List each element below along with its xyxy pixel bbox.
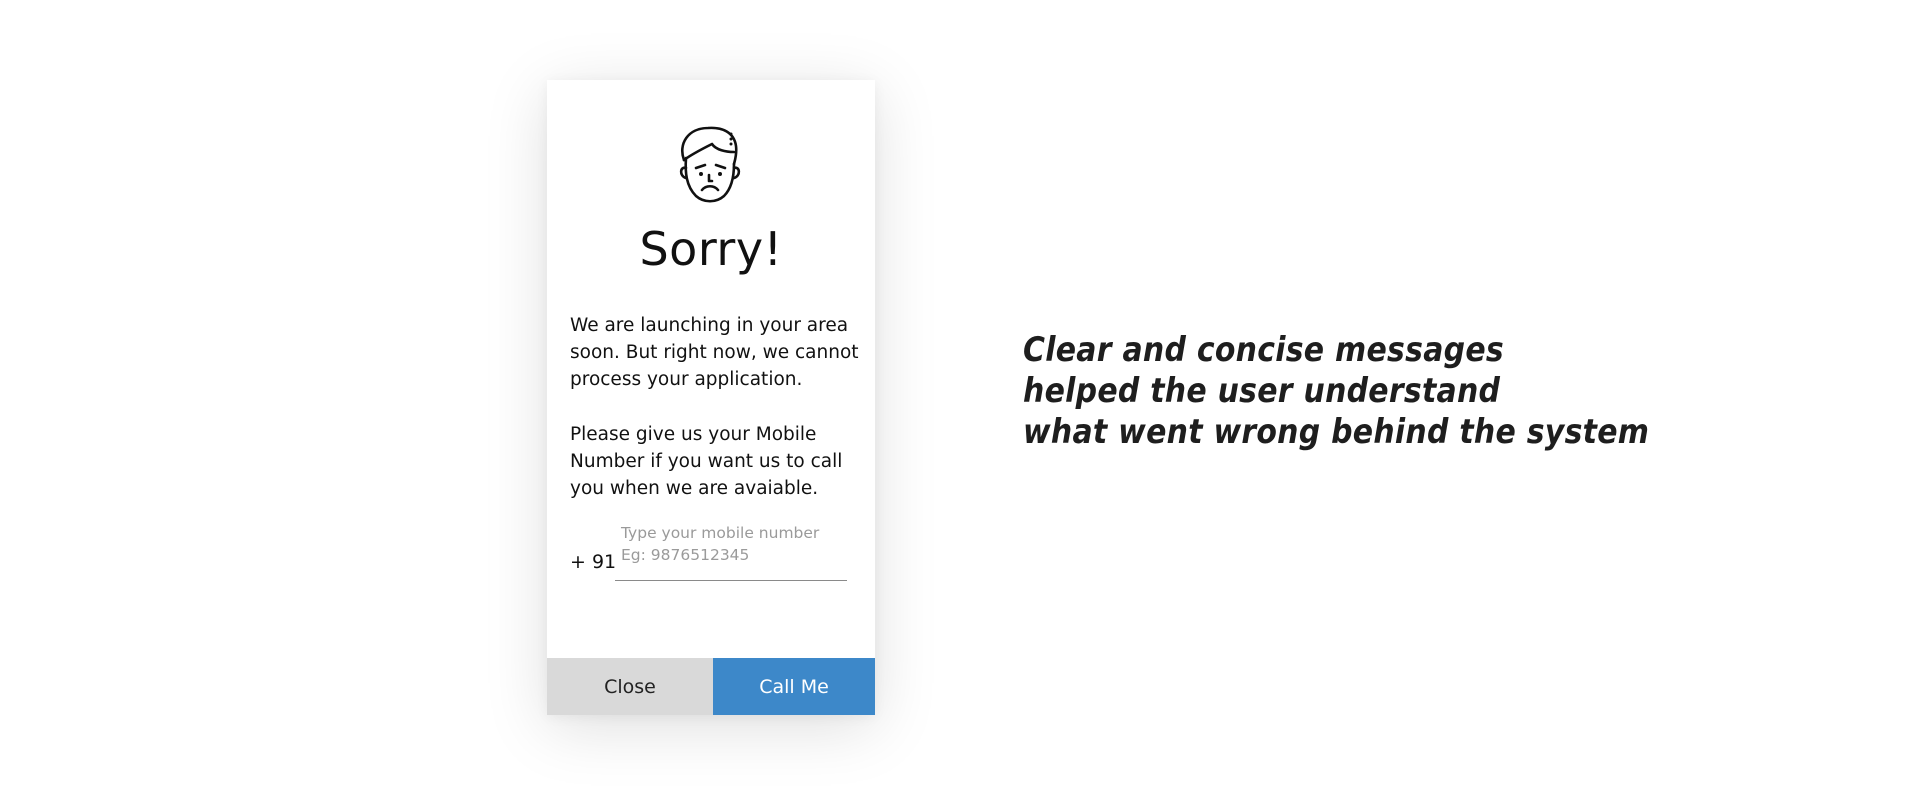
mobile-number-input[interactable] [621, 546, 841, 564]
phone-field[interactable]: Type your mobile number [615, 522, 847, 581]
sad-face-icon [679, 126, 741, 203]
dialog-request-message: Please give us your Mobile Number if you… [570, 424, 843, 499]
dialog-message: We are launching in your area soon. But … [570, 315, 859, 390]
caption-line: Clear and concise messages [1023, 330, 1504, 370]
screen: Sorry! We are launching in your area soo… [0, 0, 1920, 787]
close-button[interactable]: Close [547, 658, 713, 715]
phone-row: + 91 Type your mobile number [570, 522, 852, 582]
sorry-dialog: Sorry! We are launching in your area soo… [547, 80, 875, 715]
caption: Clear and concise messages helped the us… [1023, 330, 1649, 453]
dialog-title: Sorry! [639, 222, 783, 276]
caption-line: what went wrong behind the system [1023, 412, 1650, 452]
country-code: + 91 [570, 551, 617, 573]
phone-field-label: Type your mobile number [621, 524, 820, 542]
call-me-button[interactable]: Call Me [713, 658, 875, 715]
caption-line: helped the user understand [1023, 371, 1501, 411]
